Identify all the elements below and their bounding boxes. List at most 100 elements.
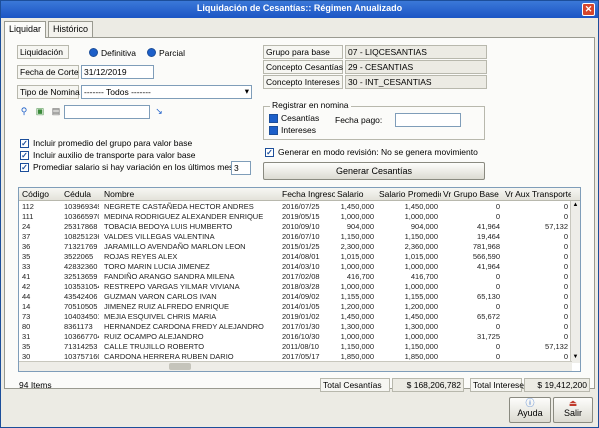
- column-header[interactable]: Salario: [337, 189, 377, 199]
- table-cell: 1,015,000: [340, 252, 374, 261]
- column-header[interactable]: Fecha Ingreso: [282, 189, 335, 199]
- column-header[interactable]: Nombre: [104, 189, 279, 199]
- salir-label: Salir: [563, 408, 582, 418]
- tab-liquidar[interactable]: Liquidar: [4, 21, 47, 38]
- table-row[interactable]: 14 70510505 JIMENEZ RUIZ ALFREDO ENRIQUE 20…: [19, 302, 572, 311]
- grupo-base-label: Grupo para base: [263, 45, 343, 59]
- table-cell: 1039693497: [64, 202, 99, 211]
- table-cell: 416,700: [346, 272, 374, 281]
- close-icon[interactable]: ✕: [582, 3, 595, 16]
- table-cell: 65,672: [477, 312, 500, 321]
- document-icon[interactable]: ▤: [50, 105, 62, 117]
- table-cell: 2019/01/02: [282, 312, 320, 321]
- table-row[interactable]: 37 1082512365 VALDES VILLEGAS VALENTINA 201…: [19, 232, 572, 241]
- table-cell: 0: [563, 302, 568, 311]
- check-revision[interactable]: ✓: [265, 148, 274, 157]
- table-row[interactable]: 24 25317868 TOBACIA BEDOYA LUIS HUMBERTO 20…: [19, 222, 572, 231]
- table-cell: 1,200,000: [340, 302, 374, 311]
- table-row[interactable]: 33 42832360 TORO MARIN LUCIA JIMENEZ 2014/0…: [19, 262, 572, 271]
- table-cell: 2014/03/10: [282, 262, 320, 271]
- table-row[interactable]: 80 8361173 HERNANDEZ CARDONA FREDY ALEJAND…: [19, 322, 572, 331]
- table-cell: 416,700: [410, 272, 438, 281]
- window: Liquidación de Cesantías:: Régimen Anual…: [0, 0, 599, 428]
- registrar-title: Registrar en nomina: [270, 100, 351, 110]
- horizontal-scroll-thumb[interactable]: [169, 363, 191, 370]
- scroll-up-icon[interactable]: ▲: [572, 202, 579, 210]
- scroll-down-icon[interactable]: ▼: [572, 354, 579, 362]
- table-cell: 2018/03/28: [282, 282, 320, 291]
- table-row[interactable]: 35 3522065 ROJAS REYES ALEX 2014/08/01 1,015…: [19, 252, 572, 261]
- table-cell: 1,300,000: [404, 322, 438, 331]
- table-cell: 0: [563, 282, 568, 291]
- radio-definitiva[interactable]: [89, 48, 98, 57]
- table-cell: 41,964: [477, 262, 500, 271]
- cesantias-table[interactable]: Código Cédula Nombre Fecha Ingreso Salario Sa…: [18, 187, 581, 372]
- table-row[interactable]: 30 1037571600 CARDONA HERRERA RUBEN DARIO 2…: [19, 352, 572, 361]
- table-row[interactable]: 31 1036677040 RUIZ OCAMPO ALEJANDRO 2016/10…: [19, 332, 572, 341]
- check-promediar[interactable]: ✓: [20, 163, 29, 172]
- table-row[interactable]: 112 1039693497 NEGRETE CASTAÑEDA HECTOR AN…: [19, 202, 572, 211]
- column-header[interactable]: Vr Grupo Base: [443, 189, 503, 199]
- check-incluir-auxilio[interactable]: ✓: [20, 151, 29, 160]
- table-cell: NEGRETE CASTAÑEDA HECTOR ANDRES: [104, 202, 254, 211]
- table-row[interactable]: 42 1035310540 RESTREPO VARGAS YILMAR VIVIA…: [19, 282, 572, 291]
- radio-parcial[interactable]: [147, 48, 156, 57]
- table-row[interactable]: 41 32513659 FANDIÑO ARANGO SANDRA MILENA 20…: [19, 272, 572, 281]
- column-header[interactable]: Cédula: [64, 189, 102, 199]
- table-cell: 80: [22, 322, 31, 331]
- fecha-pago-input[interactable]: [395, 113, 461, 127]
- salir-button[interactable]: ⏏ Salir: [553, 397, 593, 423]
- tipo-nomina-select[interactable]: ------- Todos ------- ▾: [81, 85, 252, 99]
- table-cell: 0: [495, 352, 500, 361]
- table-cell: 57,132: [545, 222, 568, 231]
- table-cell: 0: [563, 232, 568, 241]
- table-row[interactable]: 36 71321769 JARAMILLO AVENDAÑO MARLON LEON…: [19, 242, 572, 251]
- table-row[interactable]: 35 71314253 CALLE TRUJILLO ROBERTO 2011/08/…: [19, 342, 572, 351]
- image-icon[interactable]: ▣: [34, 105, 46, 117]
- empleado-search-input[interactable]: [64, 105, 150, 119]
- check-registrar-intereses[interactable]: [269, 126, 278, 135]
- table-cell: 1,850,000: [404, 352, 438, 361]
- table-cell: 1036677040: [64, 332, 99, 341]
- table-cell: 31,725: [477, 332, 500, 341]
- total-cesantias-label: Total Cesantías: [320, 378, 390, 392]
- check-registrar-cesantias[interactable]: [269, 114, 278, 123]
- concepto-cesantias-label: Concepto Cesantías: [263, 60, 343, 74]
- check-incluir-promedio[interactable]: ✓: [20, 139, 29, 148]
- table-cell: 2010/09/10: [282, 222, 320, 231]
- horizontal-scrollbar[interactable]: [19, 361, 572, 371]
- table-cell: 0: [495, 202, 500, 211]
- table-cell: 36: [22, 242, 31, 251]
- table-cell: 1,150,000: [404, 232, 438, 241]
- fecha-corte-input[interactable]: 31/12/2019: [81, 65, 154, 79]
- table-cell: 904,000: [410, 222, 438, 231]
- table-cell: 24: [22, 222, 31, 231]
- column-header[interactable]: Código: [22, 189, 62, 199]
- table-cell: 566,590: [472, 252, 500, 261]
- table-row[interactable]: 44 43542406 GUZMAN VARON CARLOS IVAN 2014/0…: [19, 292, 572, 301]
- search-icon[interactable]: ⚲: [18, 105, 30, 117]
- ayuda-button[interactable]: ⓘ Ayuda: [509, 397, 551, 423]
- table-cell: 0: [495, 342, 500, 351]
- generar-cesantias-button[interactable]: Generar Cesantías: [263, 162, 485, 180]
- table-cell: 1,450,000: [340, 202, 374, 211]
- tipo-nomina-value: ------- Todos -------: [84, 87, 151, 97]
- table-row[interactable]: 73 1040345012 MEJIA ESQUIVEL CHRIS MARIA 20…: [19, 312, 572, 321]
- table-cell: 31: [22, 332, 31, 341]
- table-cell: 1,000,000: [340, 212, 374, 221]
- table-cell: 0: [495, 212, 500, 221]
- table-cell: FANDIÑO ARANGO SANDRA MILENA: [104, 272, 235, 281]
- column-header[interactable]: Salario Promedio: [379, 189, 441, 199]
- table-cell: TOBACIA BEDOYA LUIS HUMBERTO: [104, 222, 233, 231]
- tab-historico[interactable]: Histórico: [48, 21, 94, 37]
- table-cell: 0: [563, 242, 568, 251]
- table-cell: 0: [563, 322, 568, 331]
- table-cell: 0: [563, 252, 568, 261]
- arrow-down-right-icon[interactable]: ↘: [153, 105, 165, 117]
- table-cell: 1,300,000: [340, 322, 374, 331]
- column-header[interactable]: Vr Aux Transporte: [505, 189, 571, 199]
- table-row[interactable]: 111 1036659700 MEDINA RODRIGUEZ ALEXANDER …: [19, 212, 572, 221]
- meses-input[interactable]: 3: [231, 161, 251, 175]
- vertical-scrollbar[interactable]: ▲ ▼: [570, 201, 580, 363]
- table-cell: 0: [563, 202, 568, 211]
